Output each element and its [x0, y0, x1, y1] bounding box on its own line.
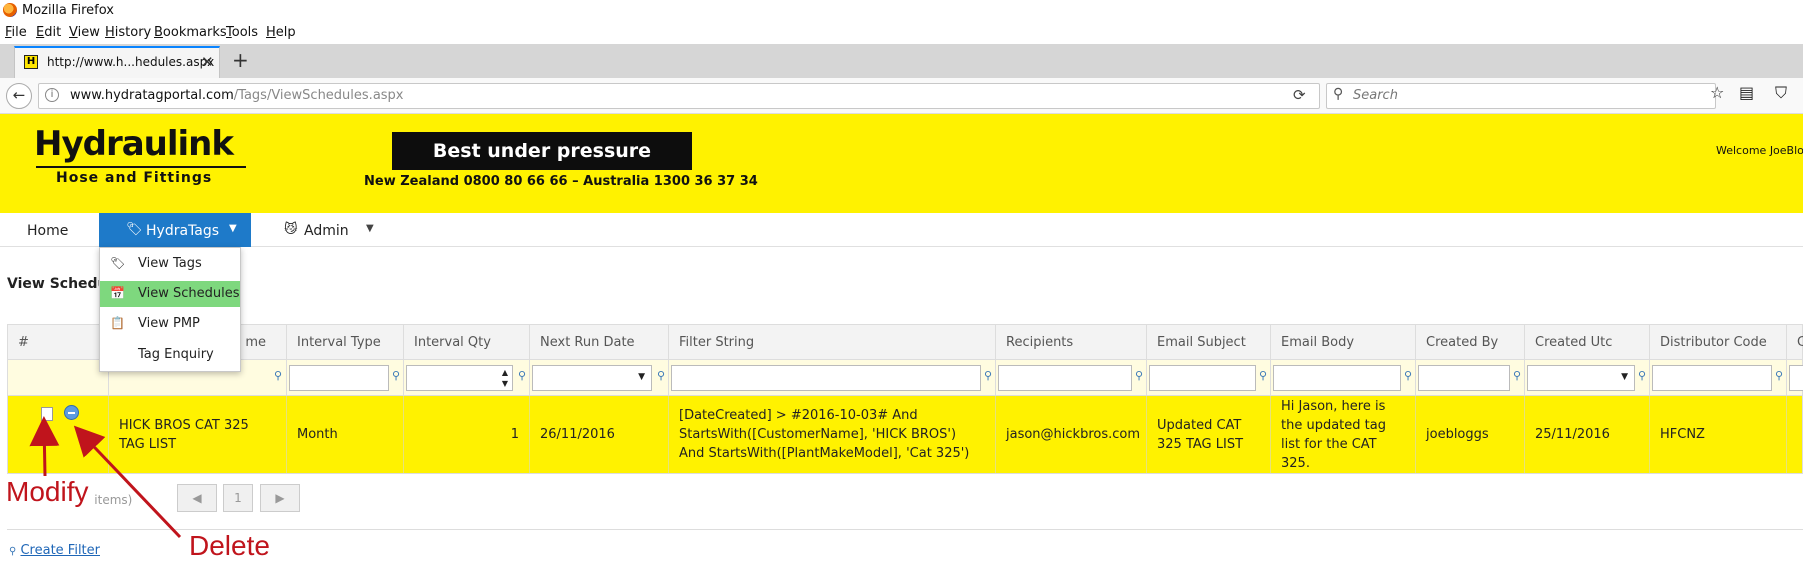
annotation-arrows	[29, 416, 182, 539]
modify-annotation: Modify	[6, 476, 91, 508]
delete-arrow	[73, 425, 182, 539]
delete-annotation: Delete	[189, 530, 270, 561]
modify-arrow	[29, 416, 60, 477]
